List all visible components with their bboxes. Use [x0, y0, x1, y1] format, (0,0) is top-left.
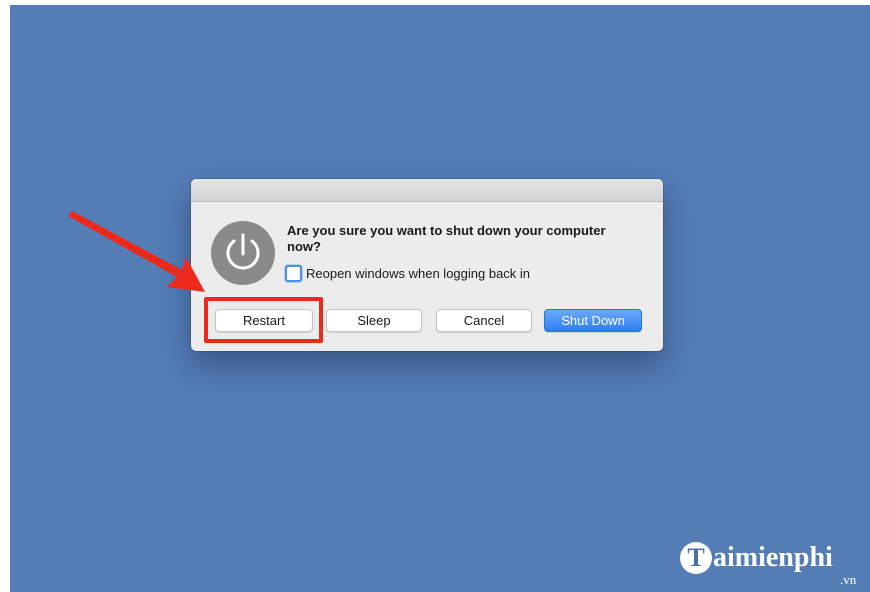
watermark-logo-badge: T	[680, 542, 712, 574]
watermark-logo-text: aimienphi	[713, 542, 833, 573]
watermark-domain: .vn	[840, 572, 857, 587]
red-arrow-icon	[68, 211, 205, 292]
taimienphi-watermark: T aimienphi .vn	[680, 538, 870, 592]
